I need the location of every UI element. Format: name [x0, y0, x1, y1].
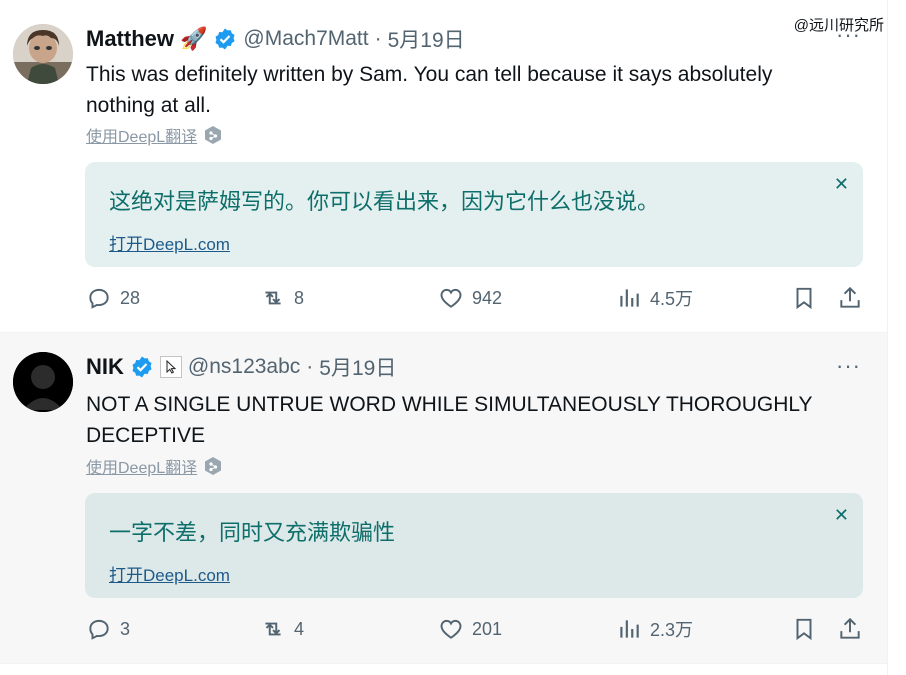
like-count: 201: [472, 618, 503, 639]
author-name[interactable]: NIK: [86, 354, 124, 380]
tweet-feed: Matthew 🚀 @Mach7Matt · 5月19日 ··· This wa…: [0, 0, 887, 675]
bookmark-icon: [796, 287, 812, 310]
like-icon: [440, 288, 462, 308]
like-count: 942: [472, 287, 503, 308]
like-icon: [440, 619, 462, 639]
open-deepl-link[interactable]: 打开DeepL.com: [109, 230, 230, 255]
author-handle[interactable]: @ns123abc: [188, 355, 300, 379]
verified-icon: [130, 355, 154, 379]
tweet-date[interactable]: 5月19日: [319, 352, 396, 382]
reply-count: 3: [120, 618, 131, 639]
more-icon[interactable]: ···: [836, 353, 861, 379]
translate-with-deepl-link[interactable]: 使用DeepL翻译: [86, 123, 223, 147]
tweet-actions: 28 8 942 4.5万: [86, 285, 866, 315]
views-button[interactable]: 4.5万: [616, 285, 693, 311]
translation-box: 一字不差，同时又充满欺骗性 打开DeepL.com ✕: [85, 493, 863, 598]
translation-text: 一字不差，同时又充满欺骗性: [109, 520, 396, 545]
rocket-emoji: 🚀: [180, 26, 208, 51]
tweet-header: Matthew 🚀 @Mach7Matt · 5月19日: [86, 24, 465, 54]
right-scroll-gutter: [887, 0, 906, 675]
translation-text: 这绝对是萨姆写的。你可以看出来，因为它什么也没说。: [109, 189, 660, 214]
views-count: 4.5万: [650, 289, 694, 309]
retweet-button[interactable]: 4: [260, 616, 304, 642]
views-button[interactable]: 2.3万: [616, 616, 693, 642]
reply-icon: [89, 288, 109, 309]
bookmark-button[interactable]: [791, 285, 817, 311]
tweet-text: NOT A SINGLE UNTRUE WORD WHILE SIMULTANE…: [86, 393, 813, 447]
avatar[interactable]: [13, 24, 73, 84]
share-button[interactable]: [837, 285, 863, 311]
close-icon[interactable]: ✕: [834, 505, 849, 526]
deepl-icon: [203, 456, 223, 476]
tweet[interactable]: Matthew 🚀 @Mach7Matt · 5月19日 ··· This wa…: [0, 0, 887, 333]
views-count: 2.3万: [650, 620, 694, 640]
retweet-button[interactable]: 8: [260, 285, 304, 311]
share-button[interactable]: [837, 616, 863, 642]
tweet-date[interactable]: 5月19日: [388, 24, 465, 54]
retweet-count: 4: [294, 618, 305, 639]
author-name[interactable]: Matthew: [86, 26, 174, 52]
tweet[interactable]: NIK @ns123abc · 5月19日 ··· NOT A SINGLE U…: [0, 333, 887, 664]
separator-dot: ·: [306, 355, 314, 378]
bookmark-button[interactable]: [791, 616, 817, 642]
translate-link-label: 使用DeepL翻译: [86, 460, 198, 477]
views-icon: [620, 289, 639, 307]
reply-icon: [89, 619, 109, 640]
tweet-header: NIK @ns123abc · 5月19日: [86, 352, 396, 382]
share-icon: [840, 617, 860, 639]
retweet-icon: [265, 291, 281, 305]
translation-box: 这绝对是萨姆写的。你可以看出来，因为它什么也没说。 打开DeepL.com ✕: [85, 162, 863, 267]
like-button[interactable]: 201: [438, 616, 502, 642]
separator-dot: ·: [374, 27, 382, 50]
tweet-text: This was definitely written by Sam. You …: [86, 63, 773, 117]
bookmark-icon: [796, 618, 812, 641]
open-deepl-link[interactable]: 打开DeepL.com: [109, 561, 230, 586]
close-icon[interactable]: ✕: [834, 174, 849, 195]
reply-button[interactable]: 28: [86, 285, 140, 311]
retweet-icon: [265, 622, 281, 636]
verified-icon: [213, 27, 237, 51]
tweet-actions: 3 4 201 2.3万: [86, 616, 866, 646]
translate-with-deepl-link[interactable]: 使用DeepL翻译: [86, 454, 223, 478]
deepl-icon: [203, 125, 223, 145]
share-icon: [840, 286, 860, 308]
reply-button[interactable]: 3: [86, 616, 130, 642]
like-button[interactable]: 942: [438, 285, 502, 311]
watermark: @远川研究所: [793, 17, 884, 34]
translate-link-label: 使用DeepL翻译: [86, 129, 198, 146]
avatar[interactable]: [13, 352, 73, 412]
views-icon: [620, 620, 639, 638]
reply-count: 28: [120, 287, 141, 308]
retweet-count: 8: [294, 287, 305, 308]
cursor-icon: [159, 356, 182, 378]
author-handle[interactable]: @Mach7Matt: [243, 27, 368, 51]
